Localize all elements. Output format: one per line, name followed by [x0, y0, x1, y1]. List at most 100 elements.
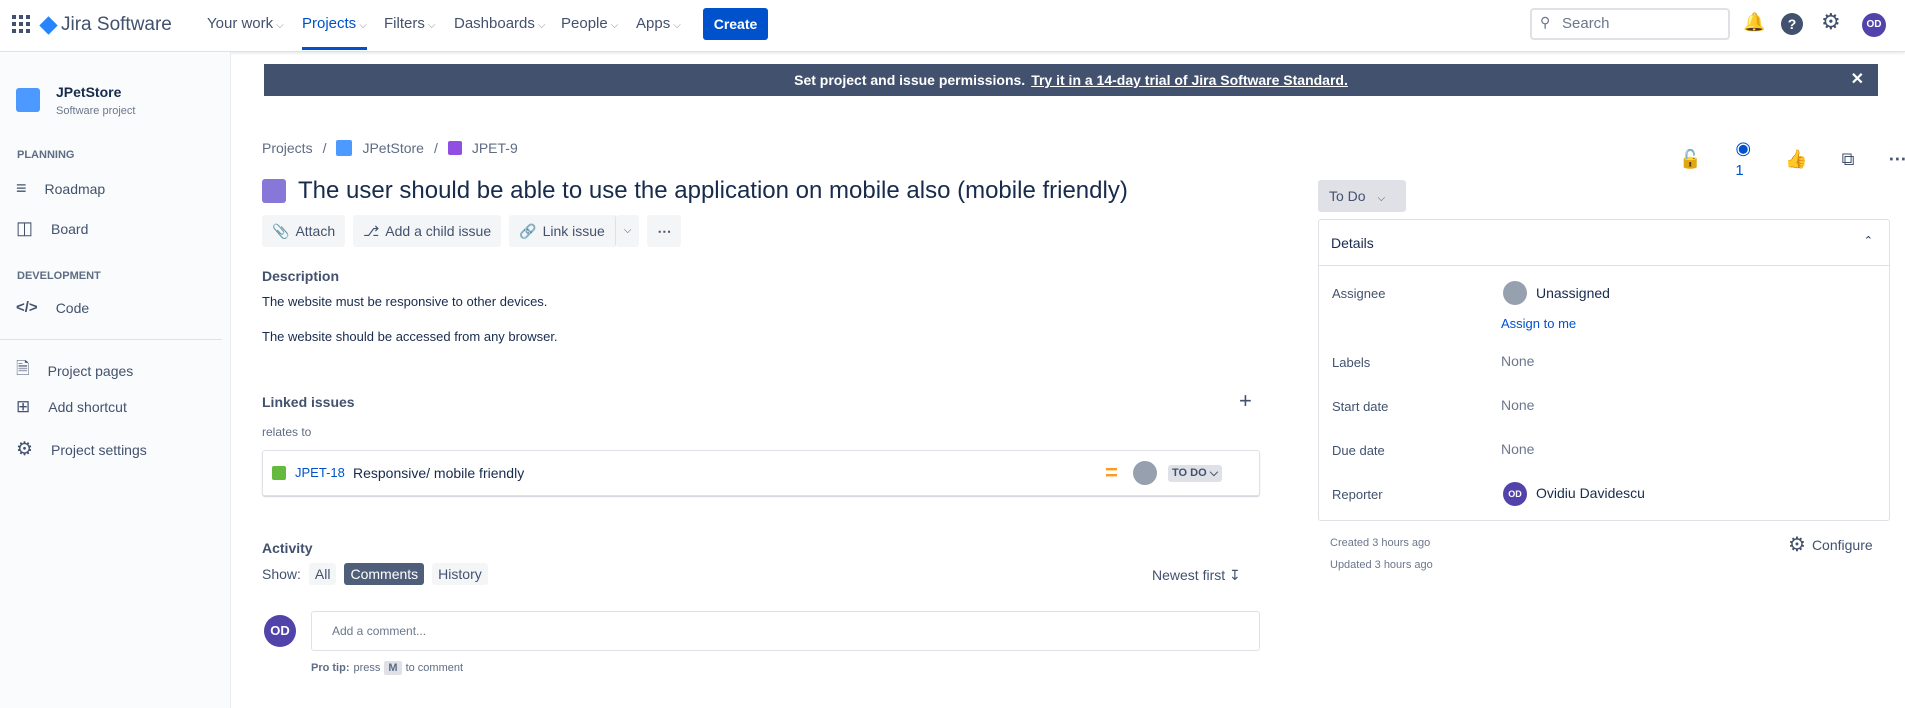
breadcrumb-project[interactable]: JPetStore: [362, 140, 423, 156]
project-avatar-icon: [16, 88, 40, 112]
priority-medium-icon: =: [1105, 460, 1118, 485]
details-panel: Details ⌃ Assignee Unassigned Assign to …: [1318, 219, 1890, 521]
due-date-label: Due date: [1332, 443, 1385, 458]
reporter-avatar: OD: [1503, 482, 1527, 506]
board-icon: ◫: [16, 218, 34, 238]
user-avatar[interactable]: OD: [1862, 13, 1886, 37]
issue-type-icon[interactable]: [262, 179, 286, 203]
add-shortcut-icon: ⊞: [16, 397, 31, 416]
breadcrumb: Projects / JPetStore / JPET-9: [262, 140, 518, 156]
nav-projects[interactable]: Projects ⌵: [302, 0, 367, 50]
sidebar-item-project-settings[interactable]: ⚙ Project settings: [16, 438, 147, 461]
chevron-down-icon: ⌵: [1377, 193, 1386, 204]
child-issue-icon: ⎇: [363, 223, 380, 239]
add-child-issue-button[interactable]: ⎇ Add a child issue: [353, 215, 502, 247]
sort-icon: ↧: [1229, 567, 1241, 583]
configure-button[interactable]: ⚙ Configure: [1788, 532, 1873, 557]
comment-input[interactable]: Add a comment...: [311, 611, 1260, 651]
notifications-icon[interactable]: 🔔: [1743, 12, 1765, 33]
sidebar-divider: [0, 339, 222, 340]
status-dropdown[interactable]: To Do ⌵: [1318, 180, 1406, 212]
search-input[interactable]: Search: [1530, 8, 1730, 40]
linked-issue-summary[interactable]: Responsive/ mobile friendly: [353, 465, 524, 481]
start-date-value[interactable]: None: [1501, 397, 1534, 413]
jira-diamond-icon: [39, 15, 58, 35]
app-switcher-icon[interactable]: [12, 15, 30, 33]
watch-button[interactable]: ◉ 1: [1735, 138, 1751, 180]
nav-dashboards[interactable]: Dashboards ⌵: [454, 0, 545, 50]
assign-to-me-link[interactable]: Assign to me: [1501, 316, 1576, 331]
nav-apps[interactable]: Apps ⌵: [636, 0, 681, 50]
chevron-down-icon: ⌵: [623, 225, 632, 236]
nav-filters[interactable]: Filters ⌵: [384, 0, 435, 50]
like-icon[interactable]: 👍: [1785, 149, 1807, 170]
activity-filters: Show: All Comments History: [262, 563, 488, 585]
issue-actions: 📎 Attach ⎇ Add a child issue 🔗 Link issue ⌵…: [262, 215, 682, 247]
reporter-label: Reporter: [1332, 487, 1383, 502]
close-icon[interactable]: ✕: [1851, 64, 1864, 96]
filter-comments[interactable]: Comments: [344, 563, 425, 585]
relation-label: relates to: [262, 425, 312, 439]
link-issue-button[interactable]: 🔗 Link issue: [509, 215, 616, 247]
nav-people[interactable]: People ⌵: [561, 0, 618, 50]
sidebar-item-board[interactable]: ◫ Board: [16, 218, 88, 239]
chevron-up-icon: ⌃: [1863, 235, 1873, 247]
project-name[interactable]: JPetStore: [56, 84, 121, 100]
sidebar-item-code[interactable]: </> Code: [16, 299, 89, 316]
roadmap-icon: ≡: [16, 178, 27, 198]
filter-history[interactable]: History: [432, 563, 488, 585]
sort-button[interactable]: Newest first ↧: [1152, 567, 1241, 584]
jira-logo[interactable]: Jira Software: [39, 14, 172, 36]
pro-tip: Pro tip: press M to comment: [311, 661, 464, 675]
start-date-label: Start date: [1332, 399, 1389, 414]
sidebar: JPetStore Software project PLANNING ≡ Roa…: [0, 52, 231, 708]
linked-issue-row[interactable]: JPET-18 Responsive/ mobile friendly = TO…: [262, 450, 1260, 496]
search-icon: ⚲: [1540, 14, 1551, 30]
activity-heading: Activity: [262, 540, 313, 556]
settings-icon: ⚙: [16, 439, 34, 460]
linked-issue-key[interactable]: JPET-18: [295, 465, 345, 480]
more-actions-button[interactable]: ⋯: [647, 215, 682, 247]
share-icon[interactable]: ⧉: [1842, 149, 1855, 170]
description-line[interactable]: The website should be accessed from any …: [262, 329, 558, 344]
breadcrumb-projects[interactable]: Projects: [262, 140, 313, 156]
attach-button[interactable]: 📎 Attach: [262, 215, 346, 247]
gear-icon: ⚙: [1788, 534, 1806, 556]
sidebar-item-roadmap[interactable]: ≡ Roadmap: [16, 178, 105, 199]
linked-status-dropdown[interactable]: TO DO ⌵: [1168, 465, 1223, 482]
link-dropdown-button[interactable]: ⌵: [615, 215, 640, 247]
labels-label: Labels: [1332, 355, 1371, 370]
add-linked-issue-icon[interactable]: +: [1239, 388, 1252, 414]
issue-title[interactable]: The user should be able to use the appli…: [298, 177, 1128, 205]
updated-timestamp: Updated 3 hours ago: [1330, 559, 1433, 571]
filter-all[interactable]: All: [308, 563, 337, 585]
due-date-value[interactable]: None: [1501, 441, 1534, 457]
description-line[interactable]: The website must be responsive to other …: [262, 294, 547, 309]
more-icon[interactable]: ⋯: [1888, 149, 1905, 170]
app-name: Jira Software: [61, 14, 172, 35]
project-avatar-icon: [336, 140, 353, 156]
help-icon[interactable]: ?: [1781, 13, 1803, 35]
epic-icon: [447, 141, 462, 155]
assignee-label: Assignee: [1332, 286, 1386, 301]
breadcrumb-issue[interactable]: JPET-9: [472, 140, 518, 156]
reporter-value[interactable]: Ovidiu Davidescu: [1536, 485, 1645, 501]
trial-link[interactable]: Try it in a 14-day trial of Jira Softwar…: [1031, 72, 1348, 88]
link-icon: 🔗: [519, 223, 537, 239]
labels-value[interactable]: None: [1501, 353, 1534, 369]
linked-issues-heading: Linked issues: [262, 394, 355, 410]
description-heading: Description: [262, 268, 340, 284]
page-icon: 🗎: [16, 359, 30, 378]
details-header[interactable]: Details ⌃: [1319, 220, 1889, 266]
project-type: Software project: [56, 105, 136, 117]
create-button[interactable]: Create: [703, 8, 768, 40]
planning-heading: PLANNING: [17, 149, 75, 161]
nav-your-work[interactable]: Your work ⌵: [207, 0, 284, 50]
top-navigation: Jira Software Your work ⌵ Projects ⌵ Filte…: [0, 0, 1905, 52]
lock-icon[interactable]: 🔓: [1679, 149, 1701, 170]
issue-toolbar: 🔓 ◉ 1 👍 ⧉ ⋯: [1679, 138, 1905, 180]
sidebar-item-add-shortcut[interactable]: ⊞ Add shortcut: [16, 397, 127, 417]
sidebar-item-project-pages[interactable]: 🗎 Project pages: [16, 356, 133, 385]
settings-icon[interactable]: ⚙: [1821, 9, 1841, 35]
assignee-value[interactable]: Unassigned: [1536, 285, 1610, 301]
